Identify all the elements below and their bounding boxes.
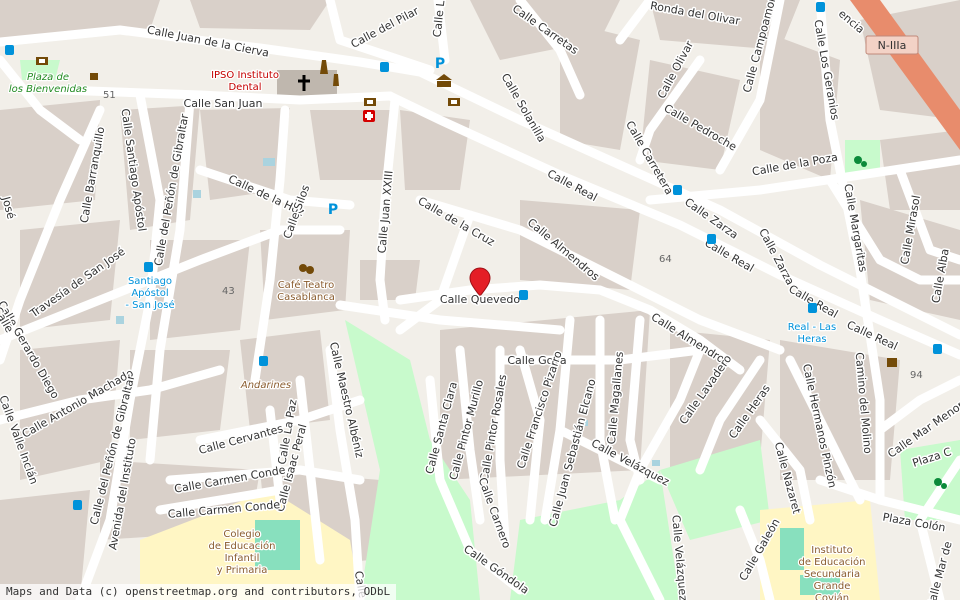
bus-stop-icon[interactable] xyxy=(73,500,82,510)
house-number: 43 xyxy=(222,286,235,297)
house-number: 94 xyxy=(910,370,923,381)
bank-icon[interactable] xyxy=(36,57,48,65)
house-number: 64 xyxy=(659,254,672,265)
bus-stop-icon[interactable] xyxy=(816,2,825,12)
monument-icon[interactable] xyxy=(333,74,339,86)
road-shield: N-IIIa xyxy=(865,35,919,55)
parking-icon[interactable]: P xyxy=(435,56,445,72)
street-label: Calle Quevedo xyxy=(440,293,520,306)
parking-icon[interactable]: P xyxy=(328,202,338,218)
street-label: Calle San Juan xyxy=(184,97,263,110)
bus-stop-icon[interactable] xyxy=(673,185,682,195)
cafe-icon[interactable] xyxy=(90,73,98,80)
map-attribution[interactable]: Maps and Data (c) openstreetmap.org and … xyxy=(0,584,397,600)
road-ref-label: N-IIIa xyxy=(878,39,907,52)
bank-icon[interactable] xyxy=(364,98,376,106)
bank-icon[interactable] xyxy=(448,98,460,106)
bus-stop-icon[interactable] xyxy=(5,45,14,55)
poi-label-andarines[interactable]: Andarines xyxy=(239,379,293,393)
bus-stop-icon[interactable] xyxy=(144,262,153,272)
church-building xyxy=(277,70,337,98)
pharmacy-icon[interactable] xyxy=(363,110,375,122)
svg-text:P: P xyxy=(435,56,445,72)
svg-text:P: P xyxy=(328,202,338,218)
bus-stop-icon[interactable] xyxy=(707,234,716,244)
bus-stop-icon[interactable] xyxy=(808,303,817,313)
poi-label-santiago-apostol-bus[interactable]: Santiago Apóstol - San José xyxy=(124,275,176,313)
bus-stop-icon[interactable] xyxy=(933,344,942,354)
bus-stop-icon[interactable] xyxy=(259,356,268,366)
bus-stop-icon[interactable] xyxy=(519,290,528,300)
house-number: 51 xyxy=(103,90,116,101)
historic-icon[interactable] xyxy=(887,358,897,367)
bus-stop-icon[interactable] xyxy=(380,62,389,72)
map-canvas[interactable]: N-IIIa Calle Juan de la CiervaCalle San … xyxy=(0,0,960,600)
